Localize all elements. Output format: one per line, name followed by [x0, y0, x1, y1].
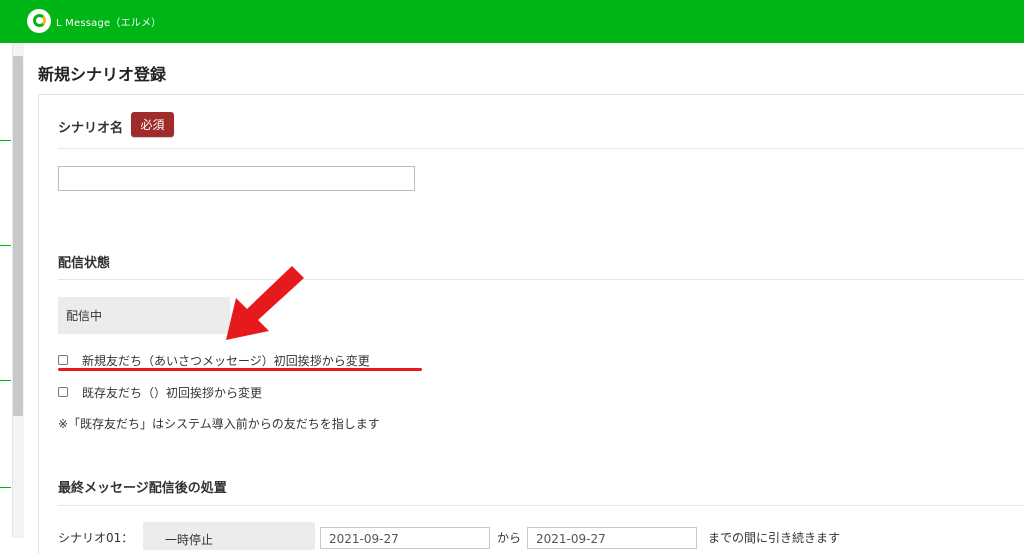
action-select-value: 一時停止 [165, 533, 214, 547]
required-badge: 必須 [131, 112, 174, 137]
scrollbar-thumb[interactable] [13, 56, 23, 416]
scenario-name-label: シナリオ名 [58, 121, 124, 136]
sidebar-tick [0, 140, 11, 141]
date-to-input[interactable]: 2021-09-27 [527, 527, 697, 549]
option-existing-friends-label: 既存友だち（）初回挨拶から変更 [82, 385, 263, 400]
divider [58, 148, 1024, 149]
delivery-status-value[interactable]: 配信中 [58, 297, 230, 334]
app-title[interactable]: L Message（エルメ） [56, 14, 161, 29]
divider [58, 505, 1024, 506]
top-bar: L Message（エルメ） [0, 0, 1024, 43]
after-last-message-label: 最終メッセージ配信後の処置 [58, 481, 227, 496]
option-existing-friends[interactable]: 既存友だち（）初回挨拶から変更 [58, 384, 262, 400]
sidebar-tick [0, 487, 11, 488]
divider [58, 279, 1024, 280]
red-underline-annotation [58, 368, 422, 371]
date-from-value: 2021-09-27 [329, 532, 399, 546]
sidebar-tick [0, 380, 11, 381]
option-new-friends-label: 新規友だち（あいさつメッセージ）初回挨拶から変更 [82, 353, 370, 368]
existing-friends-note: ※「既存友だち」はシステム導入前からの友だちを指します [58, 417, 380, 431]
delivery-status-text: 配信中 [66, 309, 103, 323]
date-to-value: 2021-09-27 [536, 532, 606, 546]
checkbox-existing-friends[interactable] [58, 387, 68, 397]
action-select[interactable]: 一時停止 [143, 522, 315, 550]
app-logo-icon[interactable] [27, 9, 51, 33]
red-arrow-icon [226, 266, 304, 340]
delivery-status-label: 配信状態 [58, 256, 111, 271]
checkbox-new-friends[interactable] [58, 355, 68, 365]
date-from-input[interactable]: 2021-09-27 [320, 527, 490, 549]
page-title: 新規シナリオ登録 [38, 65, 167, 84]
sidebar-tick [0, 245, 11, 246]
option-new-friends[interactable]: 新規友だち（あいさつメッセージ）初回挨拶から変更 [58, 352, 370, 368]
scenario-name-input[interactable] [58, 166, 415, 191]
